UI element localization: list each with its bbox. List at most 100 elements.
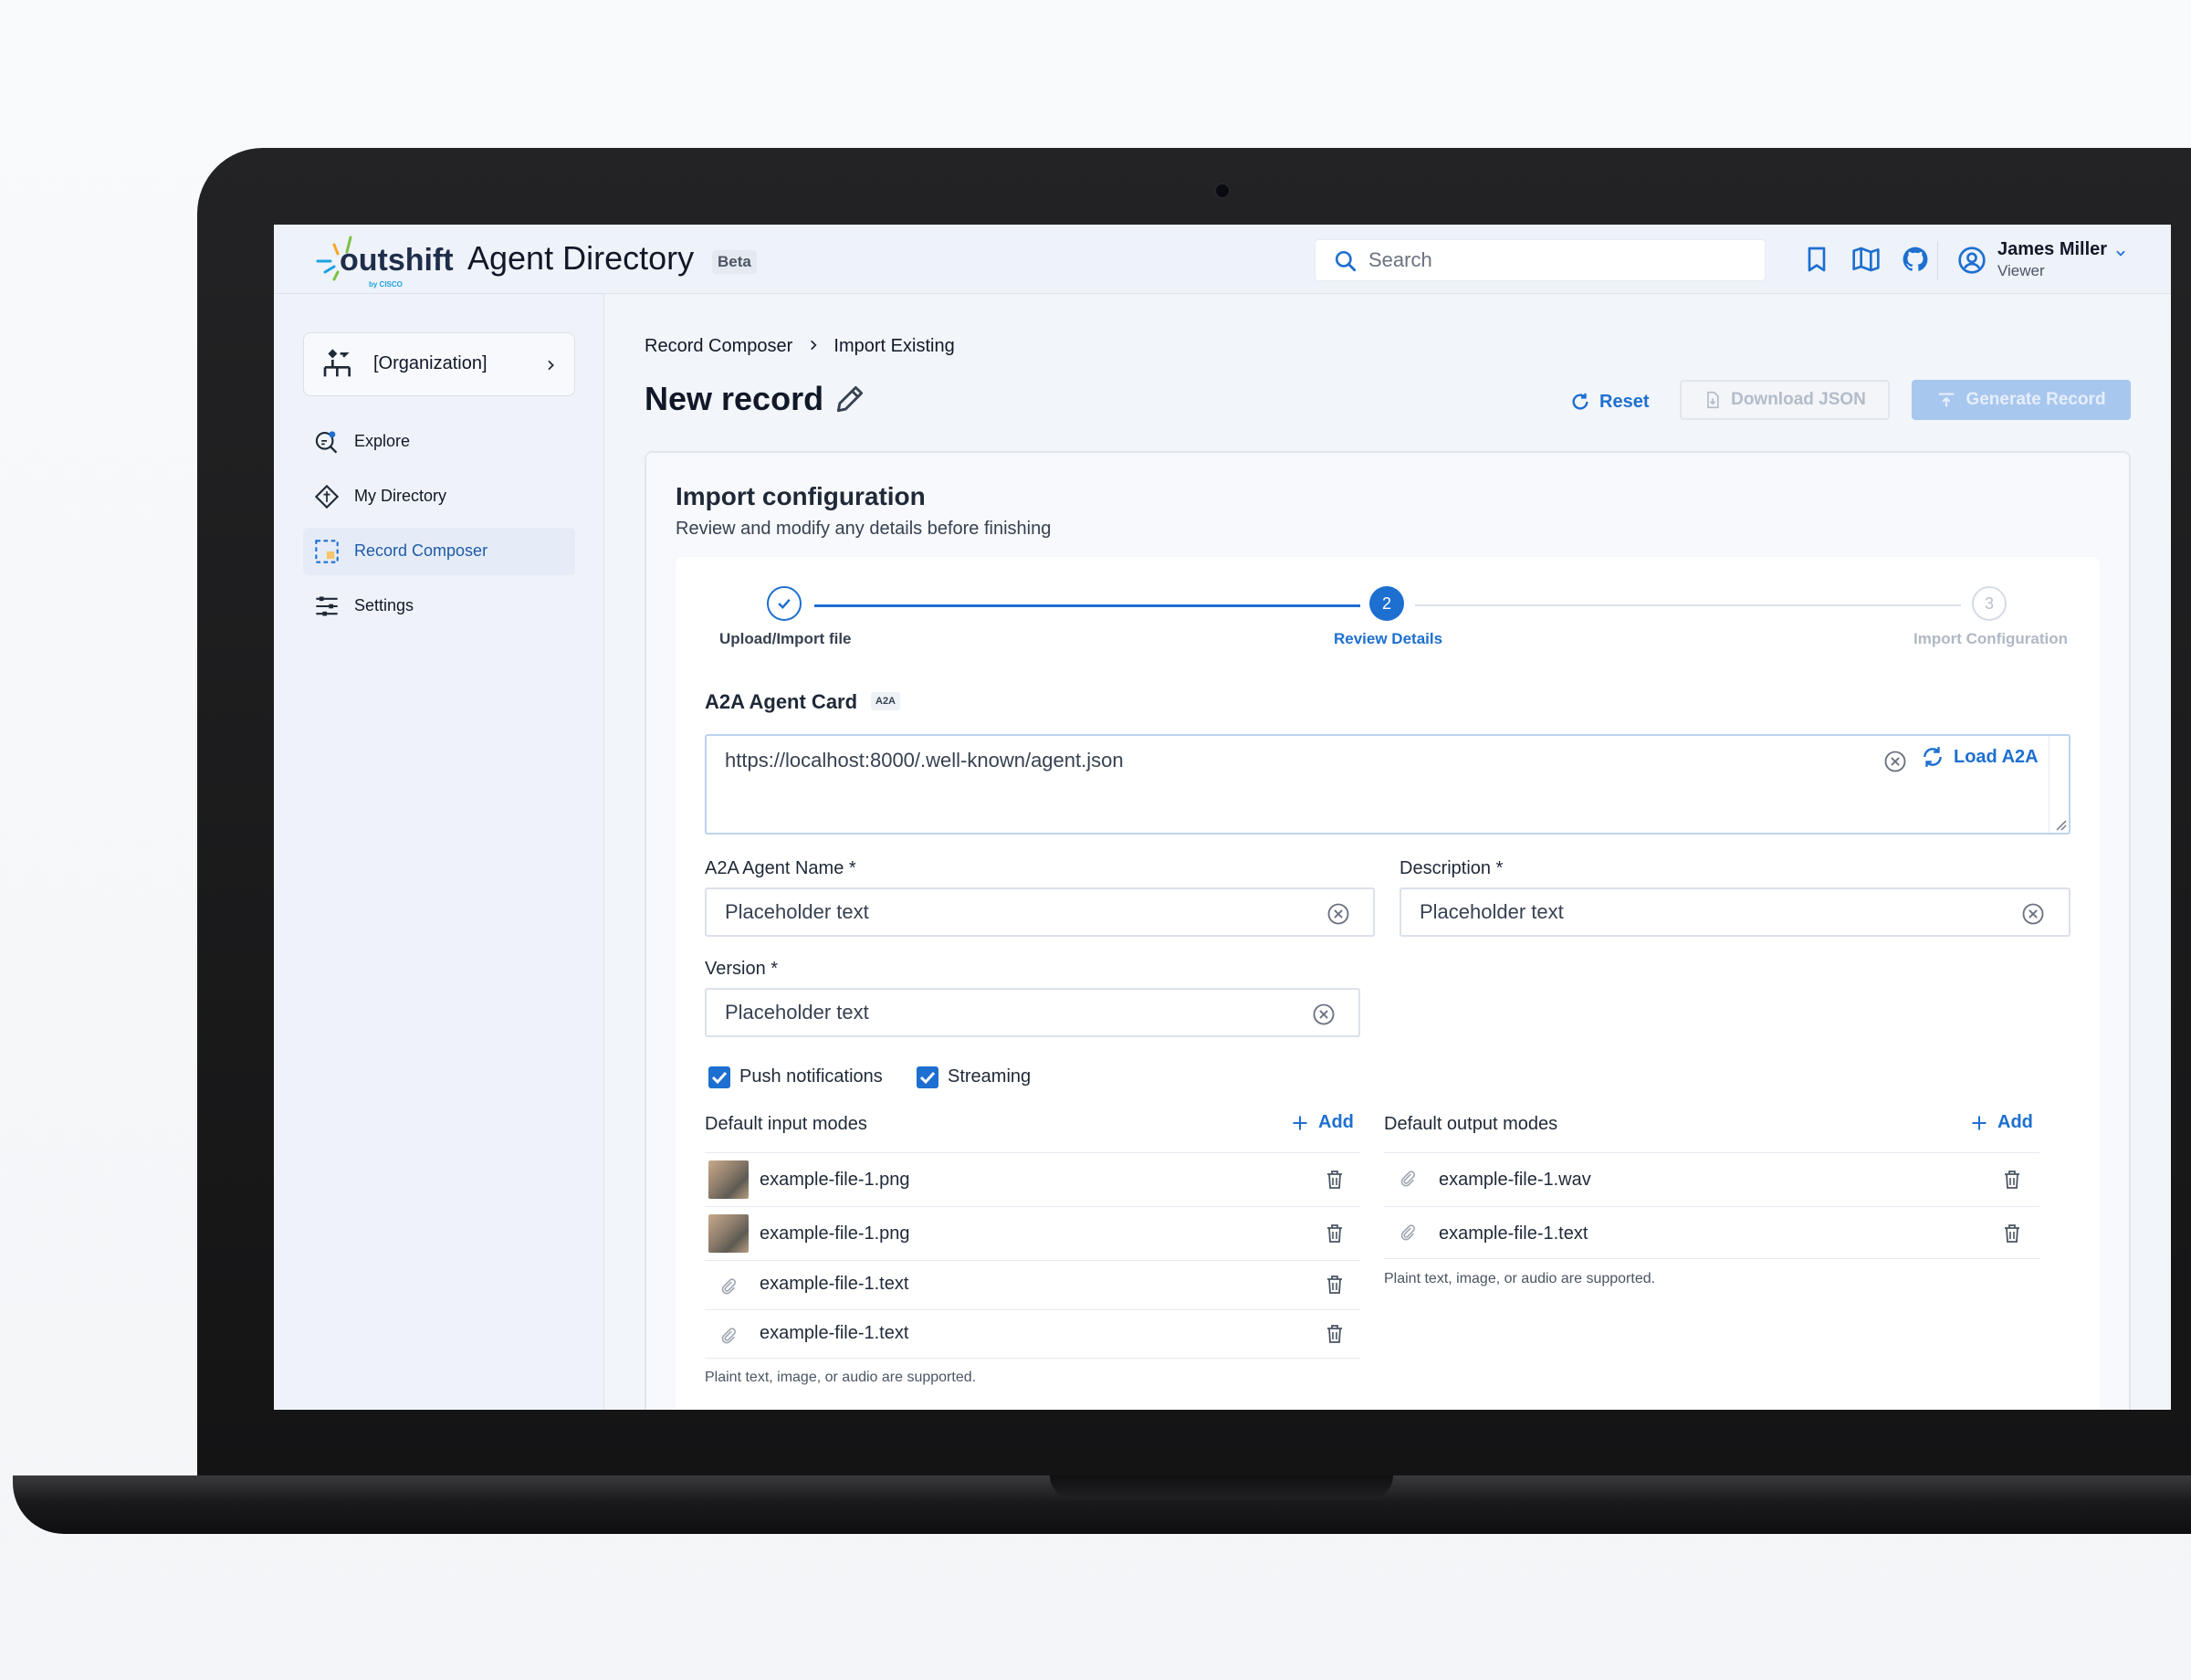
generate-record-button[interactable]: Generate Record bbox=[1912, 380, 2131, 420]
brand-byline: by CISCO bbox=[369, 280, 403, 289]
file-name: example-file-1.wav bbox=[1439, 1170, 1591, 1190]
search-box[interactable] bbox=[1315, 239, 1766, 281]
agent-name-input[interactable] bbox=[725, 897, 1309, 928]
sync-icon bbox=[1924, 747, 1942, 767]
trash-icon[interactable] bbox=[1324, 1169, 1346, 1191]
step-1-circle[interactable] bbox=[767, 586, 802, 621]
add-input-mode-button[interactable]: Add bbox=[1291, 1112, 1354, 1133]
reset-button[interactable]: Reset bbox=[1570, 383, 1649, 420]
load-a2a-button[interactable]: Load A2A bbox=[1921, 745, 2039, 769]
pencil-edit-icon[interactable] bbox=[833, 382, 867, 416]
breadcrumb-parent[interactable]: Record Composer bbox=[645, 336, 792, 357]
download-json-label: Download JSON bbox=[1731, 390, 1866, 409]
organization-switcher[interactable]: [Organization] bbox=[303, 332, 575, 396]
push-notifications-label: Push notifications bbox=[739, 1066, 883, 1087]
trash-icon[interactable] bbox=[1324, 1274, 1346, 1296]
app-title: Agent Directory bbox=[467, 239, 695, 277]
trash-icon[interactable] bbox=[2001, 1223, 2023, 1244]
paperclip-icon bbox=[721, 1278, 736, 1295]
step-connector-complete bbox=[814, 604, 1360, 607]
plus-icon bbox=[1972, 1116, 1987, 1129]
card-title: Import configuration bbox=[676, 482, 926, 510]
check-icon bbox=[919, 1071, 936, 1085]
chevron-down-icon bbox=[2116, 250, 2125, 257]
import-configuration-card: Import configuration Review and modify a… bbox=[645, 451, 2131, 1410]
search-icon bbox=[1335, 250, 1357, 272]
app-screen: outshift by CISCO Agent Directory Beta S… bbox=[274, 225, 2171, 1410]
output-file-row-2: example-file-1.text bbox=[1384, 1206, 2039, 1259]
add-label: Add bbox=[1997, 1112, 2033, 1132]
step-3-label: Import Configuration bbox=[1913, 630, 2069, 647]
load-a2a-label: Load A2A bbox=[1954, 746, 2039, 767]
paperclip-icon bbox=[1400, 1224, 1415, 1241]
description-field[interactable] bbox=[1400, 887, 2070, 937]
resize-handle-icon[interactable] bbox=[2054, 818, 2067, 831]
clear-icon[interactable] bbox=[1882, 749, 1908, 774]
sidebar: [Organization] Explore My Directory Reco… bbox=[274, 294, 604, 1410]
streaming-label: Streaming bbox=[948, 1066, 1032, 1087]
github-icon[interactable] bbox=[1901, 245, 1930, 274]
input-file-row-3: example-file-1.text bbox=[705, 1260, 1360, 1309]
sidebar-item-my-directory[interactable]: My Directory bbox=[303, 473, 575, 520]
clear-icon[interactable] bbox=[1311, 1002, 1337, 1027]
clear-icon[interactable] bbox=[2020, 901, 2046, 927]
agent-card-url-value[interactable]: https://localhost:8000/.well-known/agent… bbox=[725, 749, 1124, 772]
composer-icon bbox=[315, 540, 339, 563]
sidebar-item-explore[interactable]: Explore bbox=[303, 418, 575, 466]
reset-label: Reset bbox=[1599, 391, 1650, 412]
paperclip-icon bbox=[721, 1328, 736, 1344]
description-label: Description * bbox=[1400, 858, 1504, 878]
output-file-row-1: example-file-1.wav bbox=[1384, 1152, 2039, 1205]
outshift-logo[interactable]: outshift by CISCO bbox=[314, 232, 460, 290]
description-input[interactable] bbox=[1420, 897, 2004, 928]
generate-record-label: Generate Record bbox=[1966, 390, 2106, 409]
version-input[interactable] bbox=[725, 997, 1291, 1028]
file-name: example-file-1.text bbox=[760, 1274, 909, 1294]
card-subtitle: Review and modify any details before fin… bbox=[676, 519, 1052, 539]
agent-card-url-field[interactable]: https://localhost:8000/.well-known/agent… bbox=[705, 734, 2070, 835]
output-modes-label: Default output modes bbox=[1384, 1114, 1558, 1134]
settings-icon bbox=[316, 596, 338, 616]
add-output-mode-button[interactable]: Add bbox=[1970, 1112, 2033, 1133]
download-json-button[interactable]: Download JSON bbox=[1680, 380, 1890, 420]
breadcrumb-separator bbox=[807, 336, 820, 357]
search-input[interactable] bbox=[1368, 244, 1752, 277]
sidebar-item-record-composer[interactable]: Record Composer bbox=[303, 528, 575, 575]
trash-icon[interactable] bbox=[2001, 1169, 2023, 1191]
step-3-circle[interactable]: 3 bbox=[1972, 586, 2007, 621]
trash-icon[interactable] bbox=[1324, 1323, 1346, 1345]
page-title: New record bbox=[645, 380, 824, 417]
directory-icon bbox=[314, 484, 340, 509]
image-thumbnail bbox=[708, 1214, 749, 1253]
chevron-right-icon bbox=[810, 340, 817, 351]
book-open-icon[interactable] bbox=[1851, 245, 1881, 274]
user-menu[interactable]: James Miller Viewer bbox=[1954, 237, 2136, 283]
step-2-circle[interactable]: 2 bbox=[1369, 586, 1404, 621]
breadcrumb: Record Composer Import Existing bbox=[645, 336, 955, 357]
webcam bbox=[1214, 183, 1231, 199]
streaming-checkbox[interactable] bbox=[917, 1066, 938, 1088]
clear-icon[interactable] bbox=[1326, 901, 1351, 927]
input-file-row-1: example-file-1.png bbox=[705, 1152, 1360, 1205]
breadcrumb-current: Import Existing bbox=[833, 336, 955, 357]
step-2-label: Review Details bbox=[1334, 630, 1443, 647]
trash-icon[interactable] bbox=[1324, 1223, 1346, 1244]
check-icon bbox=[711, 1071, 728, 1085]
upload-icon bbox=[1939, 393, 1955, 407]
brand-name: outshift bbox=[340, 243, 454, 278]
user-name: James Miller bbox=[1997, 239, 2108, 259]
push-notifications-checkbox[interactable] bbox=[708, 1066, 730, 1088]
agent-name-field[interactable] bbox=[705, 887, 1375, 937]
file-name: example-file-1.text bbox=[1439, 1223, 1588, 1244]
explore-icon bbox=[315, 431, 338, 454]
file-name: example-file-1.png bbox=[760, 1223, 910, 1244]
sidebar-item-label: My Directory bbox=[354, 487, 447, 505]
beta-badge: Beta bbox=[712, 250, 757, 274]
sidebar-item-settings[interactable]: Settings bbox=[303, 583, 575, 630]
output-modes-hint: Plaint text, image, or audio are support… bbox=[1384, 1271, 1656, 1286]
input-modes-hint: Plaint text, image, or audio are support… bbox=[705, 1370, 977, 1385]
add-label: Add bbox=[1318, 1112, 1354, 1132]
sidebar-item-label: Explore bbox=[354, 432, 411, 450]
bookmark-icon[interactable] bbox=[1802, 245, 1831, 274]
version-field[interactable] bbox=[705, 988, 1360, 1037]
